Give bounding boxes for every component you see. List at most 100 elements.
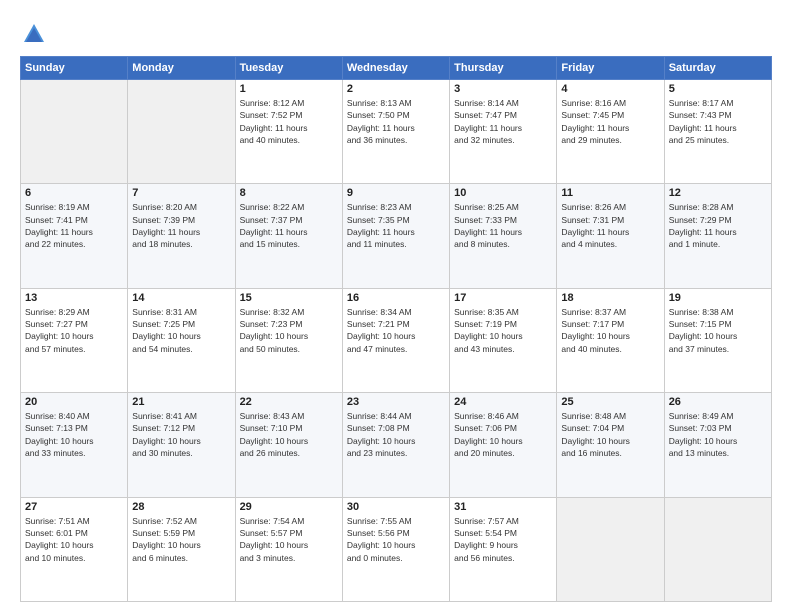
day-info: Sunrise: 8:34 AM Sunset: 7:21 PM Dayligh… xyxy=(347,306,445,355)
calendar-cell: 30Sunrise: 7:55 AM Sunset: 5:56 PM Dayli… xyxy=(342,497,449,601)
day-info: Sunrise: 8:41 AM Sunset: 7:12 PM Dayligh… xyxy=(132,410,230,459)
calendar-cell: 2Sunrise: 8:13 AM Sunset: 7:50 PM Daylig… xyxy=(342,80,449,184)
calendar-cell: 14 Sunrise: 8:31 AM Sunset: 7:25 PM Dayli… xyxy=(128,288,235,392)
day-info: Sunrise: 8:23 AM Sunset: 7:35 PM Dayligh… xyxy=(347,201,445,250)
calendar-cell: 26Sunrise: 8:49 AM Sunset: 7:03 PM Dayli… xyxy=(664,393,771,497)
day-info: Sunrise: 8:26 AM Sunset: 7:31 PM Dayligh… xyxy=(561,201,659,250)
calendar-week-row: 27Sunrise: 7:51 AM Sunset: 6:01 PM Dayli… xyxy=(21,497,772,601)
calendar-cell: 9 Sunrise: 8:23 AM Sunset: 7:35 PM Daylig… xyxy=(342,184,449,288)
day-number: 24 xyxy=(454,396,552,408)
day-info: Sunrise: 8:16 AM Sunset: 7:45 PM Dayligh… xyxy=(561,97,659,146)
day-info: Sunrise: 7:54 AM Sunset: 5:57 PM Dayligh… xyxy=(240,515,338,564)
calendar-cell: 5 Sunrise: 8:17 AM Sunset: 7:43 PM Daylig… xyxy=(664,80,771,184)
day-number: 7 xyxy=(132,187,230,199)
day-info: Sunrise: 8:44 AM Sunset: 7:08 PM Dayligh… xyxy=(347,410,445,459)
day-number: 29 xyxy=(240,501,338,513)
day-of-week-header: Saturday xyxy=(664,57,771,80)
calendar-cell: 17 Sunrise: 8:35 AM Sunset: 7:19 PM Dayli… xyxy=(450,288,557,392)
calendar-header: SundayMondayTuesdayWednesdayThursdayFrid… xyxy=(21,57,772,80)
calendar-cell: 31 Sunrise: 7:57 AM Sunset: 5:54 PM Dayli… xyxy=(450,497,557,601)
day-info: Sunrise: 8:32 AM Sunset: 7:23 PM Dayligh… xyxy=(240,306,338,355)
day-number: 28 xyxy=(132,501,230,513)
day-info: Sunrise: 8:19 AM Sunset: 7:41 PM Dayligh… xyxy=(25,201,123,250)
day-number: 22 xyxy=(240,396,338,408)
calendar-cell: 23 Sunrise: 8:44 AM Sunset: 7:08 PM Dayli… xyxy=(342,393,449,497)
calendar-cell: 28Sunrise: 7:52 AM Sunset: 5:59 PM Dayli… xyxy=(128,497,235,601)
day-number: 25 xyxy=(561,396,659,408)
day-number: 31 xyxy=(454,501,552,513)
calendar-cell: 22 Sunrise: 8:43 AM Sunset: 7:10 PM Dayli… xyxy=(235,393,342,497)
day-number: 21 xyxy=(132,396,230,408)
day-number: 3 xyxy=(454,83,552,95)
calendar-cell: 16 Sunrise: 8:34 AM Sunset: 7:21 PM Dayli… xyxy=(342,288,449,392)
calendar-week-row: 6 Sunrise: 8:19 AM Sunset: 7:41 PM Daylig… xyxy=(21,184,772,288)
day-number: 4 xyxy=(561,83,659,95)
day-info: Sunrise: 8:17 AM Sunset: 7:43 PM Dayligh… xyxy=(669,97,767,146)
calendar-cell xyxy=(21,80,128,184)
calendar-week-row: 1 Sunrise: 8:12 AM Sunset: 7:52 PM Daylig… xyxy=(21,80,772,184)
day-number: 14 xyxy=(132,292,230,304)
day-number: 1 xyxy=(240,83,338,95)
calendar-body: 1 Sunrise: 8:12 AM Sunset: 7:52 PM Daylig… xyxy=(21,80,772,602)
day-of-week-header: Sunday xyxy=(21,57,128,80)
calendar-cell: 8 Sunrise: 8:22 AM Sunset: 7:37 PM Daylig… xyxy=(235,184,342,288)
day-info: Sunrise: 8:31 AM Sunset: 7:25 PM Dayligh… xyxy=(132,306,230,355)
day-of-week-header: Monday xyxy=(128,57,235,80)
day-number: 8 xyxy=(240,187,338,199)
day-number: 30 xyxy=(347,501,445,513)
calendar-week-row: 20 Sunrise: 8:40 AM Sunset: 7:13 PM Dayli… xyxy=(21,393,772,497)
day-number: 16 xyxy=(347,292,445,304)
calendar-cell: 3Sunrise: 8:14 AM Sunset: 7:47 PM Daylig… xyxy=(450,80,557,184)
calendar-cell: 27Sunrise: 7:51 AM Sunset: 6:01 PM Dayli… xyxy=(21,497,128,601)
day-info: Sunrise: 8:25 AM Sunset: 7:33 PM Dayligh… xyxy=(454,201,552,250)
day-info: Sunrise: 8:40 AM Sunset: 7:13 PM Dayligh… xyxy=(25,410,123,459)
day-of-week-header: Wednesday xyxy=(342,57,449,80)
day-info: Sunrise: 8:38 AM Sunset: 7:15 PM Dayligh… xyxy=(669,306,767,355)
calendar-cell xyxy=(664,497,771,601)
day-number: 10 xyxy=(454,187,552,199)
calendar-week-row: 13Sunrise: 8:29 AM Sunset: 7:27 PM Dayli… xyxy=(21,288,772,392)
calendar-cell: 25 Sunrise: 8:48 AM Sunset: 7:04 PM Dayli… xyxy=(557,393,664,497)
day-number: 15 xyxy=(240,292,338,304)
calendar-cell: 10 Sunrise: 8:25 AM Sunset: 7:33 PM Dayli… xyxy=(450,184,557,288)
day-info: Sunrise: 7:57 AM Sunset: 5:54 PM Dayligh… xyxy=(454,515,552,564)
calendar-cell: 4 Sunrise: 8:16 AM Sunset: 7:45 PM Daylig… xyxy=(557,80,664,184)
day-number: 17 xyxy=(454,292,552,304)
calendar-cell: 7 Sunrise: 8:20 AM Sunset: 7:39 PM Daylig… xyxy=(128,184,235,288)
calendar-cell xyxy=(557,497,664,601)
day-number: 9 xyxy=(347,187,445,199)
day-number: 20 xyxy=(25,396,123,408)
day-info: Sunrise: 8:13 AM Sunset: 7:50 PM Dayligh… xyxy=(347,97,445,146)
calendar-cell: 21 Sunrise: 8:41 AM Sunset: 7:12 PM Dayli… xyxy=(128,393,235,497)
day-number: 6 xyxy=(25,187,123,199)
day-info: Sunrise: 8:12 AM Sunset: 7:52 PM Dayligh… xyxy=(240,97,338,146)
calendar-cell: 24Sunrise: 8:46 AM Sunset: 7:06 PM Dayli… xyxy=(450,393,557,497)
logo xyxy=(20,20,52,48)
calendar-cell xyxy=(128,80,235,184)
calendar-cell: 29 Sunrise: 7:54 AM Sunset: 5:57 PM Dayli… xyxy=(235,497,342,601)
calendar-cell: 1 Sunrise: 8:12 AM Sunset: 7:52 PM Daylig… xyxy=(235,80,342,184)
day-number: 19 xyxy=(669,292,767,304)
logo-icon xyxy=(20,20,48,48)
day-info: Sunrise: 8:43 AM Sunset: 7:10 PM Dayligh… xyxy=(240,410,338,459)
day-number: 23 xyxy=(347,396,445,408)
day-info: Sunrise: 8:22 AM Sunset: 7:37 PM Dayligh… xyxy=(240,201,338,250)
day-info: Sunrise: 8:48 AM Sunset: 7:04 PM Dayligh… xyxy=(561,410,659,459)
calendar-cell: 11 Sunrise: 8:26 AM Sunset: 7:31 PM Dayli… xyxy=(557,184,664,288)
day-number: 12 xyxy=(669,187,767,199)
day-info: Sunrise: 7:51 AM Sunset: 6:01 PM Dayligh… xyxy=(25,515,123,564)
day-info: Sunrise: 8:29 AM Sunset: 7:27 PM Dayligh… xyxy=(25,306,123,355)
header xyxy=(20,16,772,48)
calendar-cell: 6 Sunrise: 8:19 AM Sunset: 7:41 PM Daylig… xyxy=(21,184,128,288)
day-number: 11 xyxy=(561,187,659,199)
day-of-week-header: Thursday xyxy=(450,57,557,80)
calendar-cell: 12Sunrise: 8:28 AM Sunset: 7:29 PM Dayli… xyxy=(664,184,771,288)
calendar-cell: 18Sunrise: 8:37 AM Sunset: 7:17 PM Dayli… xyxy=(557,288,664,392)
day-number: 5 xyxy=(669,83,767,95)
day-info: Sunrise: 8:35 AM Sunset: 7:19 PM Dayligh… xyxy=(454,306,552,355)
calendar-cell: 20 Sunrise: 8:40 AM Sunset: 7:13 PM Dayli… xyxy=(21,393,128,497)
calendar-table: SundayMondayTuesdayWednesdayThursdayFrid… xyxy=(20,56,772,602)
day-info: Sunrise: 8:20 AM Sunset: 7:39 PM Dayligh… xyxy=(132,201,230,250)
day-info: Sunrise: 8:37 AM Sunset: 7:17 PM Dayligh… xyxy=(561,306,659,355)
day-of-week-header: Tuesday xyxy=(235,57,342,80)
